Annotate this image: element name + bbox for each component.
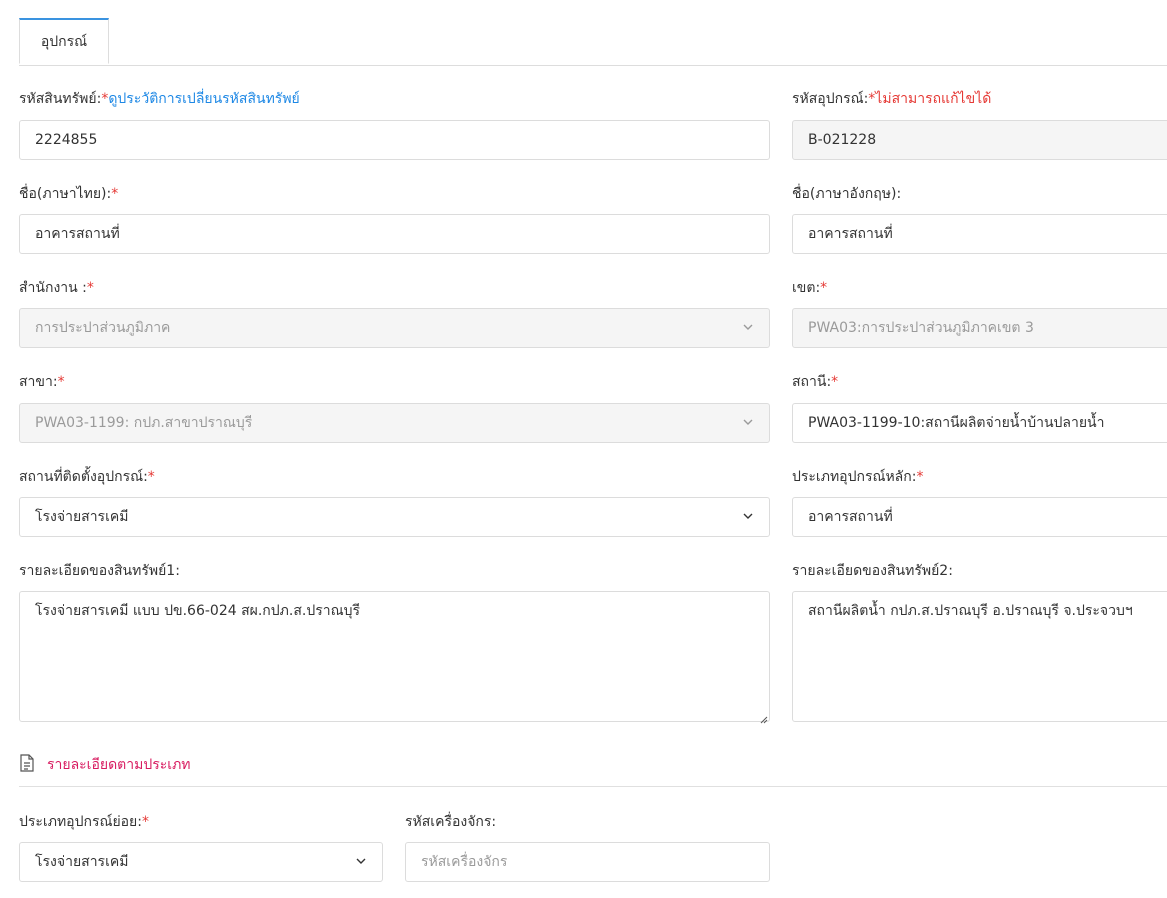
required-mark: *: [916, 469, 924, 485]
section-type-details: รายละเอียดตามประเภท: [19, 754, 191, 776]
chevron-down-icon: [356, 856, 366, 866]
tab-bar: อุปกรณ์: [19, 18, 1167, 66]
branch-label: สาขา:*: [19, 373, 65, 391]
equipment-code-label: รหัสอุปกรณ์:*ไม่สามารถแก้ไขได้: [792, 90, 991, 108]
name-th-input[interactable]: อาคารสถานที่: [19, 214, 770, 254]
machine-code-label: รหัสเครื่องจักร:: [405, 813, 496, 831]
equipment-code-label-text: รหัสอุปกรณ์:: [792, 91, 869, 107]
sub-type-value: โรงจ่ายสารเคมี: [35, 854, 129, 870]
document-icon: [19, 754, 35, 776]
name-th-value: อาคารสถานที่: [35, 226, 120, 242]
asset-code-value: 2224855: [35, 132, 98, 148]
section-divider: [19, 786, 1167, 787]
install-location-label: สถานที่ติดตั้งอุปกรณ์:*: [19, 468, 155, 486]
asset-code-label: รหัสสินทรัพย์:*ดูประวัติการเปลี่ยนรหัสสิ…: [19, 90, 300, 108]
main-type-select[interactable]: อาคารสถานที่: [792, 497, 1167, 537]
detail1-textarea[interactable]: โรงจ่ายสารเคมี แบบ ปข.66-024 สผ.กปภ.ส.ปร…: [19, 591, 770, 724]
asset-code-history-link[interactable]: ดูประวัติการเปลี่ยนรหัสสินทรัพย์: [108, 91, 299, 107]
main-type-value: อาคารสถานที่: [808, 509, 893, 525]
name-th-label-text: ชื่อ(ภาษาไทย):: [19, 186, 112, 202]
detail1-value: โรงจ่ายสารเคมี แบบ ปข.66-024 สผ.กปภ.ส.ปร…: [35, 603, 360, 619]
detail2-value: สถานีผลิตน้ำ กปภ.ส.ปราณบุรี อ.ปราณบุรี จ…: [808, 603, 1133, 619]
sub-type-select[interactable]: โรงจ่ายสารเคมี: [19, 842, 383, 882]
required-mark: *: [147, 469, 155, 485]
chevron-down-icon: [743, 417, 753, 427]
detail2-label-text: รายละเอียดของสินทรัพย์2:: [792, 563, 953, 579]
branch-select: PWA03-1199: กปภ.สาขาปราณบุรี: [19, 403, 770, 443]
required-mark: *: [831, 374, 839, 390]
section-title: รายละเอียดตามประเภท: [47, 757, 191, 773]
equipment-code-value: B-021228: [808, 132, 877, 148]
branch-label-text: สาขา:: [19, 374, 58, 390]
chevron-down-icon: [743, 511, 753, 521]
zone-select: PWA03:การประปาส่วนภูมิภาคเขต 3: [792, 308, 1167, 348]
name-en-label: ชื่อ(ภาษาอังกฤษ):: [792, 185, 901, 203]
name-en-value: อาคารสถานที่: [808, 226, 893, 242]
detail1-label: รายละเอียดของสินทรัพย์1:: [19, 562, 180, 580]
name-th-label: ชื่อ(ภาษาไทย):*: [19, 185, 118, 203]
zone-label-text: เขต:: [792, 280, 821, 296]
sub-type-label: ประเภทอุปกรณ์ย่อย:*: [19, 813, 149, 831]
name-en-label-text: ชื่อ(ภาษาอังกฤษ):: [792, 186, 902, 202]
machine-code-placeholder: รหัสเครื่องจักร: [421, 854, 508, 870]
asset-code-label-text: รหัสสินทรัพย์:: [19, 91, 102, 107]
station-label-text: สถานี:: [792, 374, 832, 390]
required-mark: *: [57, 374, 65, 390]
station-value: PWA03-1199-10:สถานีผลิตจ่ายน้ำบ้านปลายน้…: [808, 415, 1105, 431]
install-location-label-text: สถานที่ติดตั้งอุปกรณ์:: [19, 469, 148, 485]
office-value: การประปาส่วนภูมิภาค: [35, 320, 171, 336]
branch-value: PWA03-1199: กปภ.สาขาปราณบุรี: [35, 415, 253, 431]
detail2-label: รายละเอียดของสินทรัพย์2:: [792, 562, 953, 580]
install-location-select[interactable]: โรงจ่ายสารเคมี: [19, 497, 770, 537]
name-en-input[interactable]: อาคารสถานที่: [792, 214, 1167, 254]
office-label-text: สำนักงาน :: [19, 280, 87, 296]
required-mark: *: [86, 280, 94, 296]
required-mark: *: [111, 186, 119, 202]
zone-label: เขต:*: [792, 279, 827, 297]
equipment-code-not-editable-note: *ไม่สามารถแก้ไขได้: [868, 91, 992, 107]
equipment-code-input: B-021228: [792, 120, 1167, 160]
sub-type-label-text: ประเภทอุปกรณ์ย่อย:: [19, 814, 142, 830]
tab-equipment[interactable]: อุปกรณ์: [19, 18, 109, 64]
detail2-textarea[interactable]: สถานีผลิตน้ำ กปภ.ส.ปราณบุรี อ.ปราณบุรี จ…: [792, 591, 1167, 722]
required-mark: *: [820, 280, 828, 296]
office-label: สำนักงาน :*: [19, 279, 94, 297]
resize-handle-icon[interactable]: [758, 710, 768, 724]
asset-code-input[interactable]: 2224855: [19, 120, 770, 160]
detail1-label-text: รายละเอียดของสินทรัพย์1:: [19, 563, 180, 579]
station-label: สถานี:*: [792, 373, 838, 391]
main-type-label-text: ประเภทอุปกรณ์หลัก:: [792, 469, 917, 485]
chevron-down-icon: [743, 322, 753, 332]
required-mark: *: [141, 814, 149, 830]
main-type-label: ประเภทอุปกรณ์หลัก:*: [792, 468, 923, 486]
office-select: การประปาส่วนภูมิภาค: [19, 308, 770, 348]
machine-code-label-text: รหัสเครื่องจักร:: [405, 814, 497, 830]
machine-code-input[interactable]: รหัสเครื่องจักร: [405, 842, 770, 882]
zone-value: PWA03:การประปาส่วนภูมิภาคเขต 3: [808, 320, 1034, 336]
station-select[interactable]: PWA03-1199-10:สถานีผลิตจ่ายน้ำบ้านปลายน้…: [792, 403, 1167, 443]
install-location-value: โรงจ่ายสารเคมี: [35, 509, 129, 525]
